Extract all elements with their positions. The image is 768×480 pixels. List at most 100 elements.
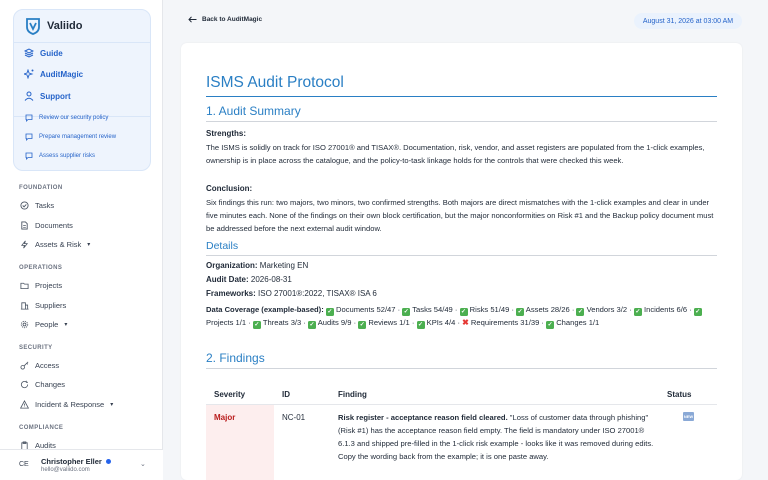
column-header-id[interactable]: ID — [282, 390, 290, 399]
section-compliance: COMPLIANCE — [19, 425, 64, 431]
divider — [14, 42, 150, 43]
findings-heading: 2. Findings — [206, 351, 265, 365]
sidebar-item-label: Tasks — [35, 201, 55, 210]
key-icon — [20, 361, 29, 370]
sidebar-item-label: Suppliers — [35, 301, 67, 310]
coverage-item: Threats 3/3 — [260, 318, 302, 327]
finding-text: Risk register - acceptance reason field … — [338, 411, 658, 463]
audit-date-value: 2026-08-31 — [250, 275, 292, 284]
nav-auditmagic-label: AuditMagic — [40, 69, 84, 79]
column-header-severity[interactable]: Severity — [214, 390, 245, 399]
sidebar-item-projects[interactable]: Projects — [20, 281, 62, 290]
sidebar-item-label: Access — [35, 361, 60, 370]
section-foundation: FOUNDATION — [19, 185, 63, 191]
check-mark-icon: ✓ — [633, 308, 642, 316]
sidebar-item-label: Projects — [35, 281, 63, 290]
refresh-icon — [20, 380, 29, 389]
quick-prompt-label: Review our security policy — [39, 115, 109, 121]
sidebar-item-documents[interactable]: Documents — [20, 221, 73, 230]
coverage-item: Projects 1/1 — [206, 318, 247, 327]
conclusion-text: Six findings this run: two majors, two m… — [206, 198, 714, 233]
quick-prompt[interactable]: Review our security policy — [25, 114, 108, 122]
coverage-item: Reviews 1/1 — [366, 318, 410, 327]
gear-icon — [20, 320, 29, 329]
nav-support-label: Support — [40, 91, 71, 101]
online-status-dot — [105, 459, 111, 464]
sidebar-item-assets-risk[interactable]: Assets & Risk ▾ — [20, 240, 90, 249]
check-mark-icon: ✓ — [693, 308, 702, 316]
arrow-left-icon — [188, 16, 197, 23]
warning-icon — [20, 400, 29, 409]
sidebar-item-access[interactable]: Access — [20, 361, 59, 370]
quick-prompt-label: Prepare management review — [39, 134, 117, 140]
nav-auditmagic[interactable]: AuditMagic — [24, 69, 83, 79]
chat-bubble-icon — [25, 152, 33, 160]
user-menu[interactable]: CE Christopher Eller hello@valiido.com ⌄ — [0, 449, 163, 480]
check-mark-icon: ✓ — [546, 321, 555, 329]
back-link[interactable]: Back to AuditMagic — [188, 16, 262, 23]
conclusion-label: Conclusion: — [206, 184, 253, 193]
quick-prompt[interactable]: Prepare management review — [25, 133, 116, 141]
nav-guide[interactable]: Guide — [24, 48, 63, 58]
frameworks-row: Frameworks: ISO 27001®:2022, TISAX® ISA … — [206, 289, 377, 298]
sidebar-item-label: People — [35, 320, 59, 329]
severity-badge: Major — [214, 413, 236, 422]
coverage-item: Changes 1/1 — [554, 318, 600, 327]
coverage-item: KPIs 4/4 — [424, 318, 456, 327]
page-title: ISMS Audit Protocol — [206, 74, 344, 91]
chevron-down-icon: ▾ — [64, 322, 68, 328]
frameworks-value: ISO 27001®:2022, TISAX® ISA 6 — [258, 289, 377, 298]
strengths-text: The ISMS is solidly on track for ISO 270… — [206, 143, 705, 165]
sidebar-item-label: Assets & Risk — [35, 240, 82, 249]
chevron-down-icon: ▾ — [87, 242, 91, 248]
logo[interactable]: Valiido — [25, 17, 82, 35]
audit-date-row: Audit Date: 2026-08-31 — [206, 275, 292, 284]
sidebar-item-tasks[interactable]: Tasks — [20, 201, 54, 210]
audit-summary-heading: 1. Audit Summary — [206, 104, 301, 118]
quick-prompt[interactable]: Assess supplier risks — [25, 152, 95, 160]
new-icon: NEW — [683, 412, 694, 421]
coverage-item: Audits 9/9 — [316, 318, 352, 327]
strengths-label: Strengths: — [206, 129, 246, 138]
organization-row: Organization: Marketing EN — [206, 261, 308, 270]
organization-value: Marketing EN — [259, 261, 309, 270]
nav-support[interactable]: Support — [24, 91, 71, 101]
frameworks-label: Frameworks: — [206, 289, 256, 298]
coverage-item: Risks 51/49 — [467, 305, 510, 314]
sidebar-item-changes[interactable]: Changes — [20, 380, 65, 389]
folder-icon — [20, 282, 29, 290]
guide-icon — [24, 48, 34, 58]
sidebar-item-label: Incident & Response — [35, 400, 105, 409]
chevron-down-icon: ▾ — [110, 402, 114, 408]
data-coverage: Data Coverage (example-based): ✓ Documen… — [206, 305, 702, 329]
column-header-status[interactable]: Status — [667, 390, 691, 399]
divider — [206, 368, 717, 369]
user-name-row: Christopher Eller — [41, 457, 111, 466]
sidebar-item-suppliers[interactable]: Suppliers — [20, 301, 66, 310]
coverage-item: Tasks 54/49 — [410, 305, 453, 314]
column-header-finding[interactable]: Finding — [338, 390, 367, 399]
sidebar-item-incident-response[interactable]: Incident & Response ▾ — [20, 400, 113, 409]
chat-bubble-icon — [25, 114, 33, 122]
check-mark-icon: ✓ — [459, 308, 468, 316]
section-security: SECURITY — [19, 345, 53, 351]
chevron-down-icon[interactable]: ⌄ — [140, 460, 146, 468]
details-heading: Details — [206, 240, 239, 252]
audit-date-label: Audit Date: — [206, 275, 249, 284]
check-mark-icon: ✓ — [308, 321, 317, 329]
user-name: Christopher Eller — [41, 457, 102, 466]
app-name: Valiido — [47, 20, 83, 32]
quick-prompt-label: Assess supplier risks — [39, 153, 96, 159]
document-icon — [21, 221, 28, 230]
bolt-icon — [20, 240, 29, 249]
audit-document: ISMS Audit Protocol 1. Audit Summary Str… — [181, 43, 742, 480]
coverage-item: Vendors 3/2 — [584, 305, 628, 314]
coverage-item: Requirements 31/39 — [468, 318, 540, 327]
title-rule — [206, 96, 717, 97]
check-mark-icon: ✓ — [516, 308, 525, 316]
back-link-label: Back to AuditMagic — [202, 16, 263, 23]
sidebar-item-people[interactable]: People ▾ — [20, 320, 67, 329]
coverage-item: Documents 52/47 — [333, 305, 396, 314]
coverage-item: Assets 28/26 — [524, 305, 570, 314]
divider — [206, 121, 717, 122]
